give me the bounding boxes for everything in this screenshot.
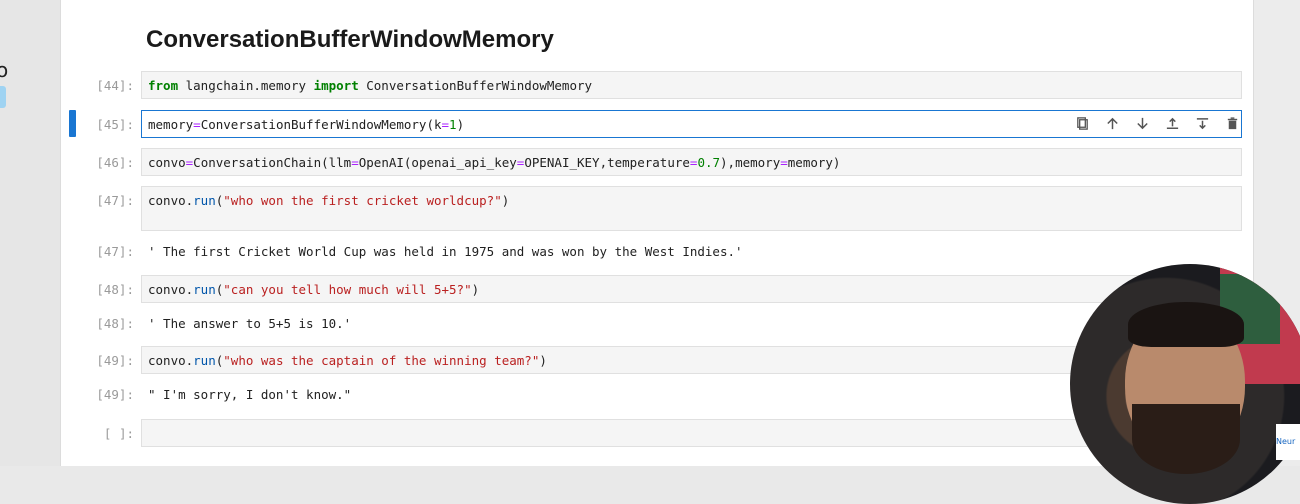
module-name: langchain.memory (178, 78, 314, 93)
code-op: = (441, 117, 450, 132)
code-arg: k (433, 117, 442, 132)
code-obj: convo. (148, 193, 194, 208)
output-prompt-48: [48]: (96, 316, 134, 331)
cell-prompt-44: [44]: (96, 78, 134, 93)
code-part: OPENAI_KEY,temperature (524, 155, 690, 170)
code-fn: run (193, 193, 216, 208)
output-text-48: ' The answer to 5+5 is 10.' (148, 316, 352, 331)
code-part: memory) (787, 155, 841, 170)
code-var: memory (148, 117, 194, 132)
arrow-up-icon[interactable] (1101, 114, 1123, 132)
code-part: OpenAI(openai_api_key (358, 155, 517, 170)
insert-above-icon[interactable] (1161, 114, 1183, 132)
code-string: "can you tell how much will 5+5?" (223, 282, 472, 297)
code-part: ),memory (720, 155, 781, 170)
code-part: ConversationChain(llm (193, 155, 352, 170)
copy-icon[interactable] (1071, 114, 1093, 132)
code-num: 0.7 (697, 155, 721, 170)
output-prompt-47: [47]: (96, 244, 134, 259)
code-paren: ) (539, 353, 547, 368)
cell-prompt-47: [47]: (96, 193, 134, 208)
markdown-heading: ConversationBufferWindowMemory (146, 26, 554, 53)
output-text-47: ' The first Cricket World Cup was held i… (148, 244, 743, 259)
code-op: = (780, 155, 788, 170)
code-fn: run (193, 353, 216, 368)
code-close: ) (456, 117, 465, 132)
code-cell-46[interactable]: convo=ConversationChain(llm=OpenAI(opena… (141, 148, 1242, 176)
arrow-down-icon[interactable] (1131, 114, 1153, 132)
cell-prompt-empty: [ ]: (103, 426, 134, 441)
code-op: = (193, 117, 201, 132)
import-name: ConversationBufferWindowMemory (358, 78, 593, 93)
partial-glyph: o (0, 58, 9, 82)
cell-prompt-48: [48]: (96, 282, 134, 297)
presenter-hair (1128, 302, 1244, 347)
code-obj: convo. (148, 353, 194, 368)
code-paren: ) (501, 193, 510, 208)
code-cell-47[interactable]: convo.run("who won the first cricket wor… (141, 186, 1242, 231)
insert-below-icon[interactable] (1191, 114, 1213, 132)
code-string: "who won the first cricket worldcup?" (223, 193, 502, 208)
output-text-49: " I'm sorry, I don't know." (148, 387, 352, 402)
keyword-from: from (148, 78, 179, 93)
code-obj: convo. (148, 282, 194, 297)
cell-prompt-49: [49]: (96, 353, 134, 368)
code-call: ConversationBufferWindowMemory( (200, 117, 434, 132)
active-cell-indicator (69, 110, 76, 137)
code-string: "who was the captain of the winning team… (223, 353, 540, 368)
code-var: convo (148, 155, 186, 170)
keyword-import: import (313, 78, 359, 93)
code-cell-48[interactable]: convo.run("can you tell how much will 5+… (141, 275, 1242, 303)
webcam-overlay (1070, 264, 1300, 504)
code-op: = (351, 155, 359, 170)
cell-prompt-46: [46]: (96, 155, 134, 170)
code-cell-44[interactable]: from langchain.memory import Conversatio… (141, 71, 1242, 99)
code-paren: ) (471, 282, 480, 297)
cell-prompt-45: [45]: (96, 117, 134, 132)
sidebar-highlight (0, 86, 6, 108)
code-fn: run (193, 282, 216, 297)
left-sidebar-strip: o (0, 0, 60, 466)
cell-toolbar (1071, 114, 1243, 132)
trash-icon[interactable] (1221, 114, 1243, 132)
code-num: 1 (449, 117, 457, 132)
output-prompt-49: [49]: (96, 387, 134, 402)
presenter-beard (1132, 404, 1240, 474)
channel-badge: Neur (1276, 424, 1300, 460)
